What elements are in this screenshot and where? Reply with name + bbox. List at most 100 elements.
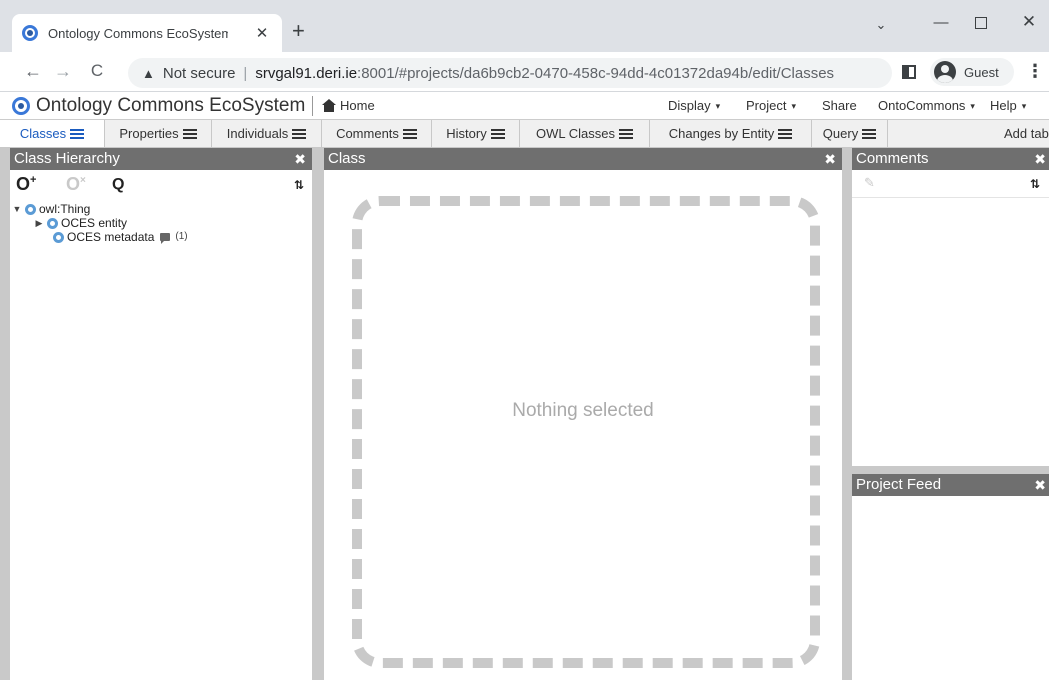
avatar-icon — [934, 61, 956, 83]
add-comment-icon[interactable]: ✎ — [864, 175, 875, 191]
comment-count: (1) — [175, 231, 188, 242]
search-icon[interactable]: Q — [112, 176, 124, 194]
tab-menu-icon[interactable] — [292, 128, 307, 139]
address-separator: | — [243, 64, 248, 82]
header-divider — [312, 96, 313, 116]
home-link[interactable]: Home — [322, 98, 375, 113]
tree-node-oces-entity[interactable]: ▶ OCES entity — [10, 216, 312, 230]
tab-label: Classes — [19, 126, 67, 141]
chevron-down-icon: ▾ — [715, 101, 721, 111]
tab-history[interactable]: History — [432, 120, 520, 147]
settings-icon[interactable]: ⇅ — [1030, 177, 1040, 191]
security-status[interactable]: Not secure — [163, 65, 236, 82]
create-class-glyph: O — [16, 174, 31, 194]
address-bar[interactable]: ▲ Not secure | srvgal91.deri.ie:8001/#pr… — [128, 58, 892, 88]
tab-label: Query — [822, 126, 859, 141]
add-tab-button[interactable]: Add tab — [1004, 126, 1049, 141]
close-panel-icon[interactable]: ✖ — [824, 148, 836, 170]
home-icon — [322, 99, 336, 112]
maximize-button[interactable] — [966, 14, 996, 33]
chevron-down-icon: ▾ — [1021, 101, 1027, 111]
help-menu[interactable]: Help ▾ — [990, 98, 1026, 113]
create-class-icon[interactable]: O+ — [16, 174, 36, 195]
tab-comments[interactable]: Comments — [322, 120, 432, 147]
forward-button[interactable]: → — [52, 61, 74, 81]
tab-changes-by-entity[interactable]: Changes by Entity — [650, 120, 812, 147]
back-button[interactable]: ← — [22, 61, 44, 81]
url-host: srvgal91.deri.ie — [255, 64, 358, 82]
settings-icon[interactable]: ⇅ — [294, 178, 304, 192]
comments-toolbar: ✎ ⇅ — [852, 170, 1049, 198]
home-label: Home — [340, 98, 375, 113]
tab-menu-icon[interactable] — [182, 128, 197, 139]
tab-search-chevron-icon[interactable]: ⌄ — [866, 17, 896, 33]
tab-menu-icon[interactable] — [70, 128, 85, 139]
browser-tab-title: Ontology Commons EcoSystem - — [48, 25, 228, 41]
ontocommons-menu[interactable]: OntoCommons ▾ — [878, 98, 975, 113]
browser-tab[interactable]: Ontology Commons EcoSystem - ✕ — [12, 14, 282, 52]
panel-header: Comments ✖ — [852, 148, 1049, 170]
collapsed-triangle-icon[interactable]: ▶ — [34, 216, 44, 230]
window-close-button[interactable]: ✕ — [1014, 12, 1044, 32]
tree-node-label: owl:Thing — [39, 202, 91, 216]
empty-selection-dropzone — [352, 196, 820, 668]
tree-node-label: OCES entity — [61, 216, 128, 230]
tab-menu-icon[interactable] — [778, 128, 793, 139]
profile-button[interactable]: Guest — [930, 58, 1014, 86]
comment-icon — [160, 233, 171, 244]
workspace: Class Hierarchy ✖ O+ O× Q ⇅ ▼ owl:Thing … — [0, 148, 1049, 680]
delete-class-icon[interactable]: O× — [66, 174, 86, 195]
project-feed-panel: Project Feed ✖ — [852, 474, 1049, 680]
app-logo-icon — [12, 97, 30, 115]
class-panel: Class ✖ Nothing selected — [324, 148, 842, 680]
new-tab-button[interactable]: + — [292, 20, 305, 42]
browser-tab-strip: Ontology Commons EcoSystem - ✕ + ⌄ — ✕ — [0, 0, 1049, 52]
tab-menu-icon[interactable] — [618, 128, 633, 139]
tab-label: Comments — [336, 126, 399, 141]
tab-menu-icon[interactable] — [402, 128, 417, 139]
browser-toolbar: ← → C ▲ Not secure | srvgal91.deri.ie:80… — [0, 52, 1049, 92]
tab-query[interactable]: Query — [812, 120, 888, 147]
site-favicon-icon — [22, 25, 38, 41]
close-tab-icon[interactable]: ✕ — [252, 24, 272, 42]
tab-menu-icon[interactable] — [490, 128, 505, 139]
class-icon — [25, 203, 36, 215]
tab-label: OWL Classes — [536, 126, 615, 141]
tab-classes[interactable]: Classes — [0, 120, 105, 147]
close-panel-icon[interactable]: ✖ — [1034, 148, 1046, 170]
minimize-button[interactable]: — — [926, 14, 956, 31]
tab-owl-classes[interactable]: OWL Classes — [520, 120, 650, 147]
perspective-tabs: Classes Properties Individuals Comments … — [0, 120, 1049, 148]
display-menu[interactable]: Display ▾ — [668, 98, 720, 113]
share-button[interactable]: Share — [822, 98, 857, 113]
tab-properties[interactable]: Properties — [105, 120, 212, 147]
panel-header: Project Feed ✖ — [852, 474, 1049, 496]
display-menu-label: Display — [668, 98, 711, 113]
empty-message: Nothing selected — [512, 400, 654, 421]
reload-button[interactable]: C — [86, 61, 108, 81]
tab-label: Properties — [119, 126, 179, 141]
help-menu-label: Help — [990, 98, 1017, 113]
panel-header: Class Hierarchy ✖ — [10, 148, 312, 170]
maximize-icon — [975, 17, 987, 29]
tree-node-oces-metadata[interactable]: OCES metadata (1) — [10, 230, 312, 244]
delete-class-glyph: O — [66, 174, 81, 194]
app-title[interactable]: Ontology Commons EcoSystem — [36, 95, 305, 117]
expanded-triangle-icon[interactable]: ▼ — [12, 202, 22, 216]
tree-node-owl-thing[interactable]: ▼ owl:Thing — [10, 202, 312, 216]
close-panel-icon[interactable]: ✖ — [294, 148, 306, 170]
chevron-down-icon: ▾ — [970, 101, 975, 111]
panel-title: Class — [328, 150, 366, 167]
project-menu[interactable]: Project ▾ — [746, 98, 796, 113]
warning-icon: ▲ — [142, 65, 155, 81]
project-menu-label: Project — [746, 98, 787, 113]
side-panel-icon[interactable] — [902, 65, 916, 79]
browser-menu-icon[interactable]: ⋮ — [1026, 62, 1044, 80]
panel-title: Project Feed — [856, 476, 942, 493]
close-panel-icon[interactable]: ✖ — [1034, 474, 1046, 496]
tab-menu-icon[interactable] — [862, 128, 877, 139]
panel-header: Class ✖ — [324, 148, 842, 170]
tab-label: Individuals — [226, 126, 289, 141]
tab-individuals[interactable]: Individuals — [212, 120, 322, 147]
tab-label: History — [446, 126, 487, 141]
